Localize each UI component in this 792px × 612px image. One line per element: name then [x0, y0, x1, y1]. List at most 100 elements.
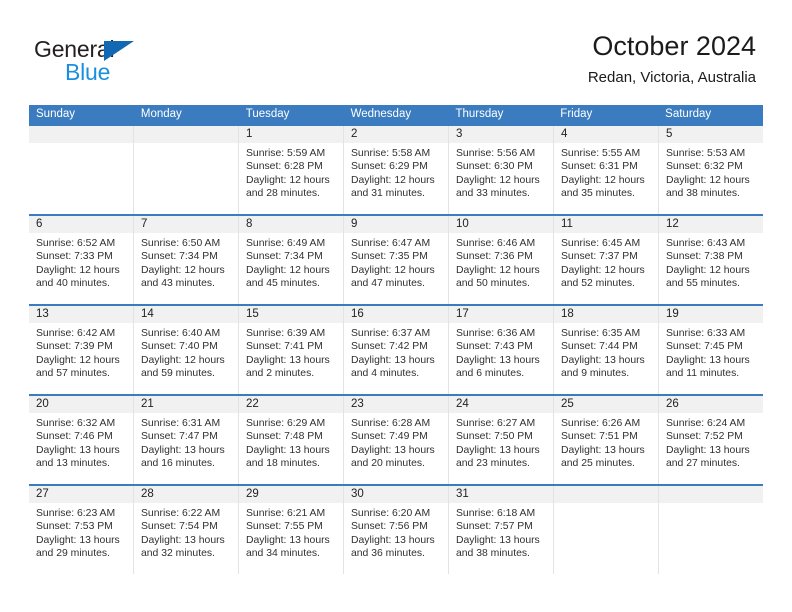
daylight-line2: and 2 minutes. — [246, 368, 315, 380]
day-details: Sunrise: 6:42 AM Sunset: 7:39 PM Dayligh… — [29, 323, 133, 381]
weekday-header-saturday: Saturday — [665, 108, 712, 120]
sunrise-text: Sunrise: 6:23 AM — [36, 508, 116, 519]
daylight-line1: Daylight: 12 hours — [666, 264, 750, 276]
sunset-text: Sunset: 7:36 PM — [456, 251, 533, 263]
day-number: 5 — [659, 126, 763, 143]
day-details: Sunrise: 6:28 AM Sunset: 7:49 PM Dayligh… — [344, 413, 448, 471]
day-details: Sunrise: 6:40 AM Sunset: 7:40 PM Dayligh… — [134, 323, 238, 381]
day-details: Sunrise: 6:43 AM Sunset: 7:38 PM Dayligh… — [659, 233, 763, 291]
day-cell[interactable]: 22 Sunrise: 6:29 AM Sunset: 7:48 PM Dayl… — [238, 396, 343, 484]
day-cell[interactable]: 5 Sunrise: 5:53 AM Sunset: 6:32 PM Dayli… — [658, 126, 763, 214]
day-number: 26 — [659, 396, 763, 413]
day-details: Sunrise: 6:37 AM Sunset: 7:42 PM Dayligh… — [344, 323, 448, 381]
sunrise-text: Sunrise: 6:24 AM — [666, 418, 746, 429]
sunrise-text: Sunrise: 5:53 AM — [666, 148, 746, 159]
daylight-line1: Daylight: 12 hours — [351, 264, 435, 276]
weekday-header-thursday: Thursday — [455, 108, 504, 120]
weekday-header-friday: Friday — [560, 108, 593, 120]
calendar-grid: Sunday Monday Tuesday Wednesday Thursday… — [29, 105, 763, 574]
day-cell[interactable]: 18 Sunrise: 6:35 AM Sunset: 7:44 PM Dayl… — [553, 306, 658, 394]
day-number: 27 — [29, 486, 133, 503]
daylight-line2: and 28 minutes. — [246, 188, 320, 200]
daylight-line1: Daylight: 13 hours — [246, 354, 330, 366]
day-cell[interactable]: 17 Sunrise: 6:36 AM Sunset: 7:43 PM Dayl… — [448, 306, 553, 394]
day-cell[interactable]: 8 Sunrise: 6:49 AM Sunset: 7:34 PM Dayli… — [238, 216, 343, 304]
day-details: Sunrise: 6:36 AM Sunset: 7:43 PM Dayligh… — [449, 323, 553, 381]
day-cell[interactable]: 1 Sunrise: 5:59 AM Sunset: 6:28 PM Dayli… — [238, 126, 343, 214]
sunset-text: Sunset: 7:49 PM — [351, 431, 428, 443]
day-number: 24 — [449, 396, 553, 413]
day-details: Sunrise: 6:33 AM Sunset: 7:45 PM Dayligh… — [659, 323, 763, 381]
sunrise-text: Sunrise: 5:56 AM — [456, 148, 536, 159]
logo-triangle-icon — [104, 41, 134, 61]
daylight-line2: and 33 minutes. — [456, 188, 530, 200]
day-cell[interactable]: 9 Sunrise: 6:47 AM Sunset: 7:35 PM Dayli… — [343, 216, 448, 304]
day-cell[interactable]: 19 Sunrise: 6:33 AM Sunset: 7:45 PM Dayl… — [658, 306, 763, 394]
daylight-line1: Daylight: 13 hours — [351, 534, 435, 546]
day-cell[interactable]: 6 Sunrise: 6:52 AM Sunset: 7:33 PM Dayli… — [29, 216, 133, 304]
day-details: Sunrise: 5:55 AM Sunset: 6:31 PM Dayligh… — [554, 143, 658, 201]
day-cell[interactable]: 30 Sunrise: 6:20 AM Sunset: 7:56 PM Dayl… — [343, 486, 448, 574]
daylight-line1: Daylight: 13 hours — [456, 354, 540, 366]
day-cell[interactable]: 3 Sunrise: 5:56 AM Sunset: 6:30 PM Dayli… — [448, 126, 553, 214]
day-cell[interactable]: 29 Sunrise: 6:21 AM Sunset: 7:55 PM Dayl… — [238, 486, 343, 574]
daylight-line2: and 9 minutes. — [561, 368, 630, 380]
day-cell[interactable]: 2 Sunrise: 5:58 AM Sunset: 6:29 PM Dayli… — [343, 126, 448, 214]
page-title: October 2024 — [592, 31, 756, 61]
sunrise-text: Sunrise: 6:20 AM — [351, 508, 431, 519]
day-cell[interactable]: 10 Sunrise: 6:46 AM Sunset: 7:36 PM Dayl… — [448, 216, 553, 304]
weekday-header-row: Sunday Monday Tuesday Wednesday Thursday… — [29, 105, 763, 124]
day-cell[interactable]: 14 Sunrise: 6:40 AM Sunset: 7:40 PM Dayl… — [133, 306, 238, 394]
day-cell[interactable]: 20 Sunrise: 6:32 AM Sunset: 7:46 PM Dayl… — [29, 396, 133, 484]
day-cell[interactable]: 28 Sunrise: 6:22 AM Sunset: 7:54 PM Dayl… — [133, 486, 238, 574]
title-block: October 2024 Redan, Victoria, Australia — [588, 30, 756, 88]
day-cell[interactable]: 11 Sunrise: 6:45 AM Sunset: 7:37 PM Dayl… — [553, 216, 658, 304]
daylight-line1: Daylight: 13 hours — [246, 444, 330, 456]
daylight-line2: and 31 minutes. — [351, 188, 425, 200]
day-cell[interactable]: 7 Sunrise: 6:50 AM Sunset: 7:34 PM Dayli… — [133, 216, 238, 304]
day-cell[interactable]: 16 Sunrise: 6:37 AM Sunset: 7:42 PM Dayl… — [343, 306, 448, 394]
sunset-text: Sunset: 6:28 PM — [246, 161, 323, 173]
daylight-line2: and 4 minutes. — [351, 368, 420, 380]
sunrise-text: Sunrise: 6:29 AM — [246, 418, 326, 429]
day-details: Sunrise: 6:31 AM Sunset: 7:47 PM Dayligh… — [134, 413, 238, 471]
day-cell[interactable]: 26 Sunrise: 6:24 AM Sunset: 7:52 PM Dayl… — [658, 396, 763, 484]
day-cell[interactable]: 31 Sunrise: 6:18 AM Sunset: 7:57 PM Dayl… — [448, 486, 553, 574]
day-details: Sunrise: 6:29 AM Sunset: 7:48 PM Dayligh… — [239, 413, 343, 471]
day-details: Sunrise: 5:53 AM Sunset: 6:32 PM Dayligh… — [659, 143, 763, 201]
daylight-line1: Daylight: 12 hours — [141, 264, 225, 276]
day-cell[interactable]: 15 Sunrise: 6:39 AM Sunset: 7:41 PM Dayl… — [238, 306, 343, 394]
day-cell[interactable]: 24 Sunrise: 6:27 AM Sunset: 7:50 PM Dayl… — [448, 396, 553, 484]
day-details: Sunrise: 6:49 AM Sunset: 7:34 PM Dayligh… — [239, 233, 343, 291]
sunrise-text: Sunrise: 6:39 AM — [246, 328, 326, 339]
weekday-header-sunday: Sunday — [36, 108, 76, 120]
sunrise-text: Sunrise: 6:36 AM — [456, 328, 536, 339]
daylight-line1: Daylight: 13 hours — [351, 354, 435, 366]
day-cell[interactable]: 4 Sunrise: 5:55 AM Sunset: 6:31 PM Dayli… — [553, 126, 658, 214]
day-number: 25 — [554, 396, 658, 413]
sunrise-text: Sunrise: 6:27 AM — [456, 418, 536, 429]
sunrise-text: Sunrise: 6:47 AM — [351, 238, 431, 249]
calendar-week-row: 27 Sunrise: 6:23 AM Sunset: 7:53 PM Dayl… — [29, 484, 763, 574]
day-cell[interactable]: 27 Sunrise: 6:23 AM Sunset: 7:53 PM Dayl… — [29, 486, 133, 574]
daylight-line2: and 52 minutes. — [561, 278, 635, 290]
day-cell[interactable]: 12 Sunrise: 6:43 AM Sunset: 7:38 PM Dayl… — [658, 216, 763, 304]
day-cell[interactable]: 23 Sunrise: 6:28 AM Sunset: 7:49 PM Dayl… — [343, 396, 448, 484]
daylight-line2: and 25 minutes. — [561, 458, 635, 470]
daylight-line2: and 47 minutes. — [351, 278, 425, 290]
day-details: Sunrise: 6:24 AM Sunset: 7:52 PM Dayligh… — [659, 413, 763, 471]
sunrise-text: Sunrise: 6:33 AM — [666, 328, 746, 339]
daylight-line1: Daylight: 12 hours — [351, 174, 435, 186]
daylight-line1: Daylight: 13 hours — [36, 534, 120, 546]
day-cell[interactable]: 25 Sunrise: 6:26 AM Sunset: 7:51 PM Dayl… — [553, 396, 658, 484]
daylight-line1: Daylight: 13 hours — [456, 534, 540, 546]
day-number: 1 — [239, 126, 343, 143]
day-cell — [658, 486, 763, 574]
day-details: Sunrise: 6:50 AM Sunset: 7:34 PM Dayligh… — [134, 233, 238, 291]
calendar-week-row: 1 Sunrise: 5:59 AM Sunset: 6:28 PM Dayli… — [29, 124, 763, 214]
sunrise-text: Sunrise: 6:43 AM — [666, 238, 746, 249]
day-cell[interactable]: 21 Sunrise: 6:31 AM Sunset: 7:47 PM Dayl… — [133, 396, 238, 484]
day-cell[interactable]: 13 Sunrise: 6:42 AM Sunset: 7:39 PM Dayl… — [29, 306, 133, 394]
daylight-line1: Daylight: 13 hours — [36, 444, 120, 456]
day-number — [29, 126, 133, 143]
